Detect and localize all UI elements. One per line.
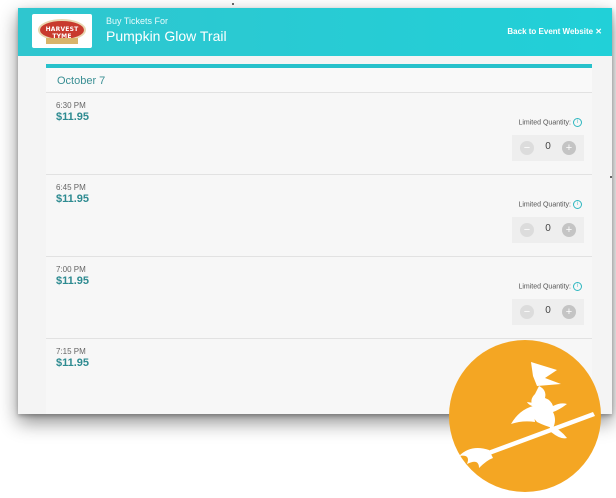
quantity-value: 0 [545,305,551,316]
decrement-button[interactable]: − [520,223,534,237]
header-subtitle: Buy Tickets For [106,16,169,26]
increment-button[interactable]: + [562,223,576,237]
back-to-event-link[interactable]: Back to Event Website ✕ [507,27,602,36]
limited-quantity-text: Limited Quantity: [518,283,571,291]
witch-on-broom-icon [449,340,601,492]
witch-silhouette [459,362,595,468]
harvest-tyme-logo[interactable]: HARVEST TYME [32,14,92,48]
time-slot: 6:30 PM $11.95 Limited Quantity: i − 0 + [46,93,592,175]
limited-quantity-text: Limited Quantity: [518,201,571,209]
slot-time: 6:30 PM [56,101,86,110]
decrement-button[interactable]: − [520,141,534,155]
quantity-value: 0 [545,223,551,234]
header-bar: HARVEST TYME Buy Tickets For Pumpkin Glo… [18,8,612,56]
info-icon[interactable]: i [573,118,582,127]
increment-button[interactable]: + [562,141,576,155]
info-icon[interactable]: i [573,282,582,291]
quantity-value: 0 [545,141,551,152]
limited-quantity-label: Limited Quantity: i [518,200,582,209]
stray-dot [232,3,234,5]
increment-button[interactable]: + [562,305,576,319]
logo-ribbon [46,38,78,44]
slot-price: $11.95 [56,193,90,205]
decrement-button[interactable]: − [520,305,534,319]
info-icon[interactable]: i [573,200,582,209]
quantity-stepper: − 0 + [512,299,584,325]
slot-price: $11.95 [56,275,90,287]
limited-quantity-label: Limited Quantity: i [518,118,582,127]
slot-time: 7:00 PM [56,265,86,274]
event-title: Pumpkin Glow Trail [106,28,227,44]
date-header: October 7 [46,68,592,93]
time-slot: 6:45 PM $11.95 Limited Quantity: i − 0 + [46,175,592,257]
slot-time: 7:15 PM [56,347,86,356]
slot-price: $11.95 [56,111,90,123]
quantity-stepper: − 0 + [512,135,584,161]
slot-price: $11.95 [56,357,90,369]
date-label: October 7 [57,75,106,87]
stray-dot [610,176,612,178]
limited-quantity-text: Limited Quantity: [518,119,571,127]
time-slot: 7:00 PM $11.95 Limited Quantity: i − 0 + [46,257,592,339]
limited-quantity-label: Limited Quantity: i [518,282,582,291]
quantity-stepper: − 0 + [512,217,584,243]
slot-time: 6:45 PM [56,183,86,192]
